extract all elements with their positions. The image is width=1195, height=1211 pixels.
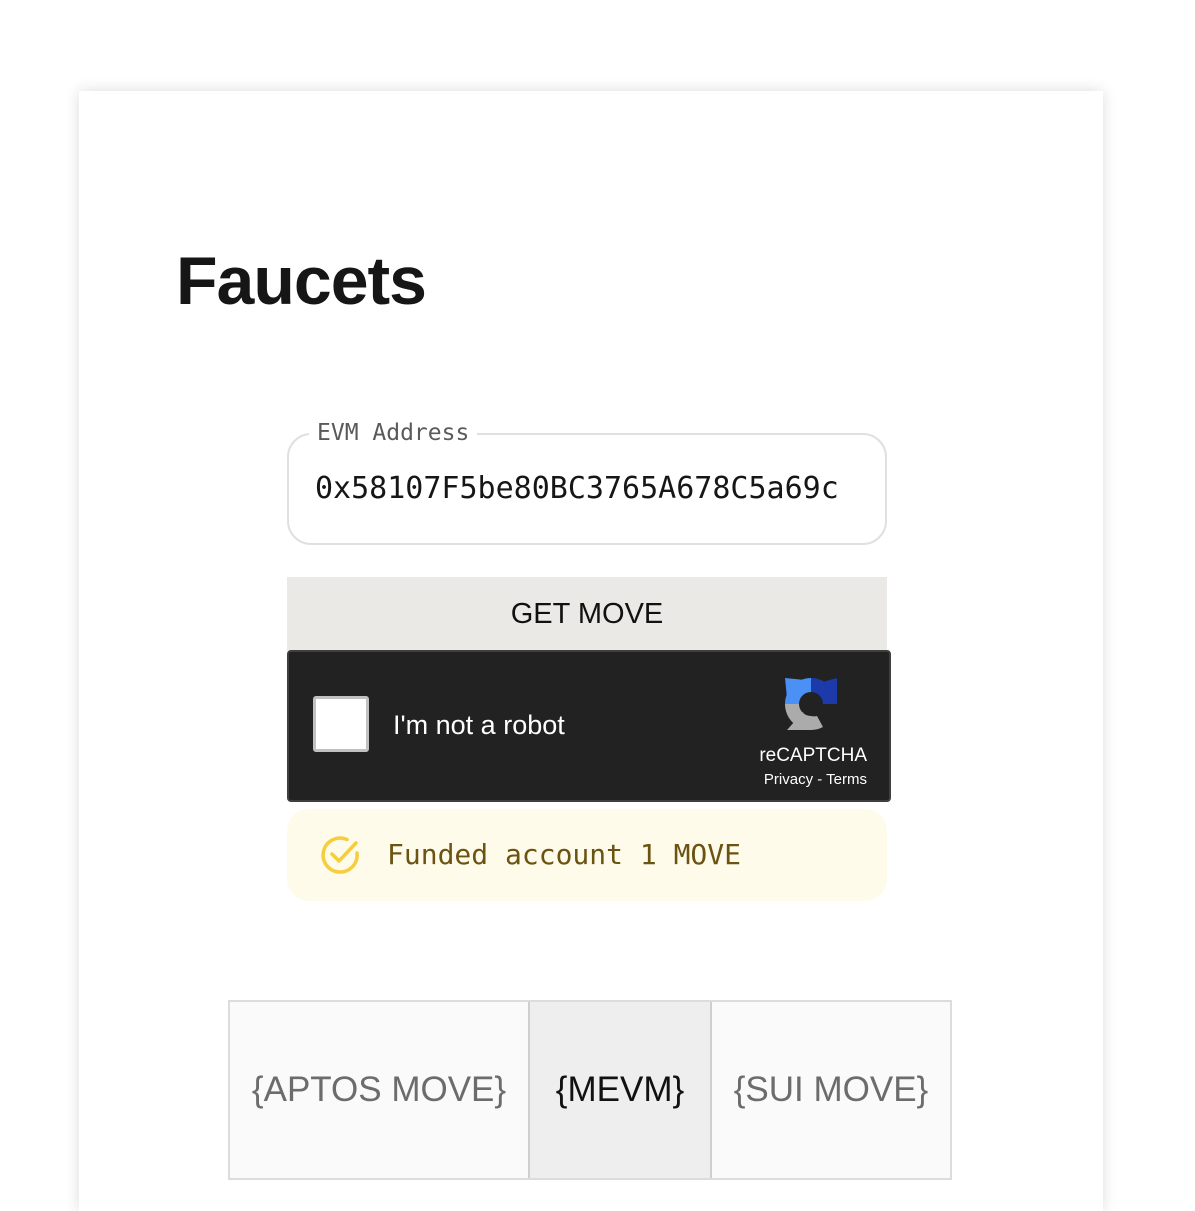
- tab-mevm[interactable]: {MEVM}: [528, 1002, 710, 1178]
- evm-address-input[interactable]: [315, 461, 861, 515]
- page-title: Faucets: [176, 243, 427, 319]
- evm-address-label: EVM Address: [309, 418, 478, 448]
- faucet-card: Faucets EVM Address GET MOVE I'm not a r…: [79, 91, 1103, 1211]
- recaptcha-widget: I'm not a robot reCAPTCHA Privacy - Term…: [287, 650, 891, 802]
- evm-address-field[interactable]: EVM Address: [287, 418, 887, 545]
- recaptcha-terms-link[interactable]: Terms: [826, 771, 867, 788]
- recaptcha-checkbox[interactable]: [313, 696, 369, 752]
- recaptcha-privacy-link[interactable]: Privacy: [764, 771, 813, 788]
- tab-aptos-move[interactable]: {APTOS MOVE}: [230, 1002, 528, 1178]
- recaptcha-logo-icon: [785, 678, 837, 730]
- funded-status-banner: Funded account 1 MOVE: [287, 809, 887, 901]
- recaptcha-brand: reCAPTCHA: [759, 745, 867, 766]
- chain-tabs: {APTOS MOVE} {MEVM} {SUI MOVE}: [228, 1000, 952, 1180]
- recaptcha-links: Privacy - Terms: [764, 770, 867, 790]
- funded-status-message: Funded account 1 MOVE: [387, 838, 742, 871]
- recaptcha-label: I'm not a robot: [393, 710, 565, 740]
- get-move-button[interactable]: GET MOVE: [287, 577, 887, 651]
- check-circle-icon: [321, 836, 359, 874]
- recaptcha-link-separator: -: [817, 771, 823, 788]
- tab-sui-move[interactable]: {SUI MOVE}: [710, 1002, 950, 1178]
